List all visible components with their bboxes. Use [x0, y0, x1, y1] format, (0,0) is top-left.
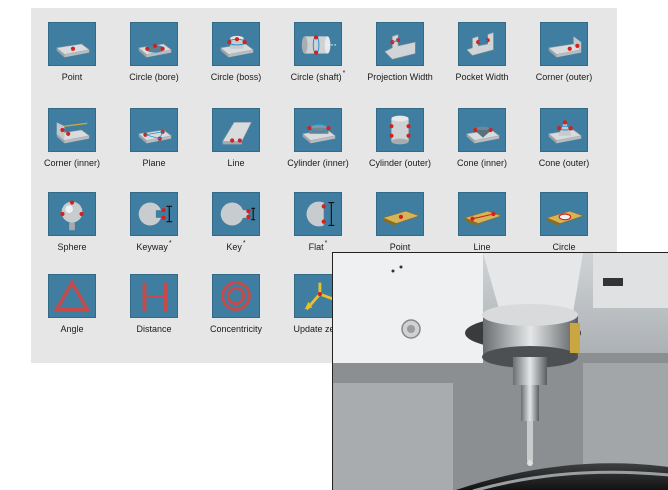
line-2d-icon[interactable]: [458, 192, 506, 236]
footnote-asterisk: *: [342, 70, 346, 77]
corner-outer-icon[interactable]: [540, 22, 588, 66]
function-label-text: Pocket Width: [455, 72, 509, 82]
function-label: Line: [195, 158, 277, 168]
function-label-text: Flat: [308, 242, 324, 252]
function-label-text: Projection Width: [367, 72, 433, 82]
circle-2d-icon[interactable]: [540, 192, 588, 236]
function-label: Plane: [113, 158, 195, 168]
function-label-text: Concentricity: [209, 324, 263, 334]
function-label: Point: [359, 242, 441, 252]
concentricity-icon[interactable]: [212, 274, 260, 318]
cylinder-outer-icon[interactable]: [376, 108, 424, 152]
angle-icon[interactable]: [48, 274, 96, 318]
function-label: Circle (shaft)*: [277, 70, 359, 84]
function-label-text: Sphere: [57, 242, 87, 252]
function-label-text: Corner (inner): [43, 158, 101, 168]
footnote-asterisk: *: [242, 240, 246, 247]
pocket-width-icon[interactable]: [458, 22, 506, 66]
footnote-asterisk: *: [324, 240, 328, 247]
function-label: Projection Width: [359, 72, 441, 82]
point-icon[interactable]: [48, 22, 96, 66]
cone-outer-icon[interactable]: [540, 108, 588, 152]
function-label: Concentricity: [195, 324, 277, 334]
function-label: Circle: [523, 242, 605, 252]
point-2d-icon[interactable]: [376, 192, 424, 236]
function-label-text: Line: [473, 242, 491, 252]
circle-bore-icon[interactable]: [130, 22, 178, 66]
function-label-text: Circle (bore): [129, 72, 179, 82]
function-label-text: Circle (boss): [210, 72, 262, 82]
function-label: Line: [441, 242, 523, 252]
function-label: Angle: [31, 324, 113, 334]
function-label-text: Angle: [60, 324, 84, 334]
circle-shaft-icon[interactable]: [294, 22, 342, 66]
function-label-text: Cone (inner): [456, 158, 508, 168]
function-label-text: Circle: [552, 242, 576, 252]
key-icon[interactable]: [212, 192, 260, 236]
function-label-text: Keyway: [136, 242, 168, 252]
function-label: Pocket Width: [441, 72, 523, 82]
function-label: Circle (boss): [195, 72, 277, 82]
function-label-text: Point: [389, 242, 411, 252]
function-label: Point: [31, 72, 113, 82]
plane-icon[interactable]: [130, 108, 178, 152]
function-label-text: Cylinder (inner): [287, 158, 349, 168]
flat-icon[interactable]: [294, 192, 342, 236]
line-icon[interactable]: [212, 108, 260, 152]
function-label: Circle (bore): [113, 72, 195, 82]
footnote-asterisk: *: [168, 240, 172, 247]
function-label: Corner (inner): [31, 158, 113, 168]
function-label-text: Plane: [142, 158, 166, 168]
function-label-text: Cone (outer): [538, 158, 590, 168]
sphere-icon[interactable]: [48, 192, 96, 236]
cylinder-inner-icon[interactable]: [294, 108, 342, 152]
function-label-text: Circle (shaft): [290, 72, 342, 82]
cone-inner-icon[interactable]: [458, 108, 506, 152]
keyway-icon[interactable]: [130, 192, 178, 236]
function-label: Key*: [195, 240, 277, 254]
distance-icon[interactable]: [130, 274, 178, 318]
function-label: Cylinder (outer): [359, 158, 441, 168]
function-label: Cylinder (inner): [277, 158, 359, 168]
function-label-text: Line: [227, 158, 245, 168]
machine-spindle-photo: [332, 252, 668, 490]
function-label: Distance: [113, 324, 195, 334]
function-label: Cone (inner): [441, 158, 523, 168]
function-label: Corner (outer): [523, 72, 605, 82]
function-label-text: Key: [226, 242, 242, 252]
corner-inner-icon[interactable]: [48, 108, 96, 152]
function-label-text: Distance: [136, 324, 172, 334]
function-label-text: Corner (outer): [535, 72, 593, 82]
function-label-text: Cylinder (outer): [368, 158, 432, 168]
circle-boss-icon[interactable]: [212, 22, 260, 66]
function-label: Keyway*: [113, 240, 195, 254]
function-label: Sphere: [31, 242, 113, 252]
function-label-text: Point: [61, 72, 83, 82]
function-label: Cone (outer): [523, 158, 605, 168]
projection-width-icon[interactable]: [376, 22, 424, 66]
